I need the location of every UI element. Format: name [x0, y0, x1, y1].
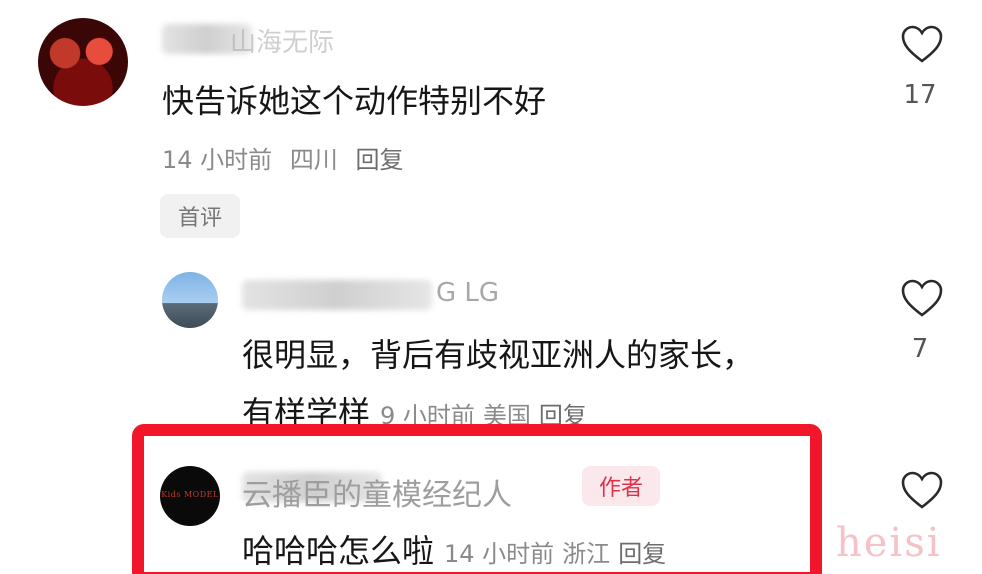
- comment-text: 快告诉她这个动作特别不好: [162, 82, 547, 120]
- avatar-logo-text: Kids MODEL: [161, 490, 219, 499]
- author-badge: 作者: [582, 466, 660, 506]
- heart-outline-icon[interactable]: [900, 24, 944, 64]
- comment-time: 14 小时前: [162, 146, 273, 174]
- comment-location: 浙江: [562, 540, 611, 568]
- reply-button[interactable]: 回复: [355, 146, 403, 174]
- username[interactable]: 云播臣的童模经纪人: [242, 470, 512, 514]
- avatar[interactable]: [162, 272, 218, 328]
- avatar[interactable]: [38, 18, 128, 106]
- comment-location: 四川: [289, 146, 338, 174]
- like-count: 17: [903, 80, 937, 110]
- comment-meta: 14 小时前 四川 回复: [162, 140, 413, 175]
- heart-outline-icon[interactable]: [900, 470, 944, 510]
- reply-button[interactable]: 回复: [618, 540, 666, 568]
- comment-time: 14 小时前: [444, 540, 555, 568]
- like-count: 7: [911, 334, 929, 364]
- watermark: heisi: [836, 520, 942, 566]
- username[interactable]: G LG: [436, 278, 499, 308]
- heart-outline-icon[interactable]: [900, 278, 944, 318]
- comment-text-line1: 很明显，背后有歧视亚洲人的家长，: [242, 336, 755, 374]
- comment-text-content: 哈哈哈怎么啦: [242, 532, 435, 570]
- username[interactable]: 山海无际: [230, 22, 334, 59]
- avatar[interactable]: Kids MODEL: [160, 466, 220, 526]
- comment-meta: 14 小时前 浙江 回复: [444, 540, 674, 568]
- username-blur: [242, 280, 432, 310]
- comment-text: 哈哈哈怎么啦 14 小时前 浙江 回复: [242, 526, 674, 572]
- first-comment-tag: 首评: [160, 194, 240, 238]
